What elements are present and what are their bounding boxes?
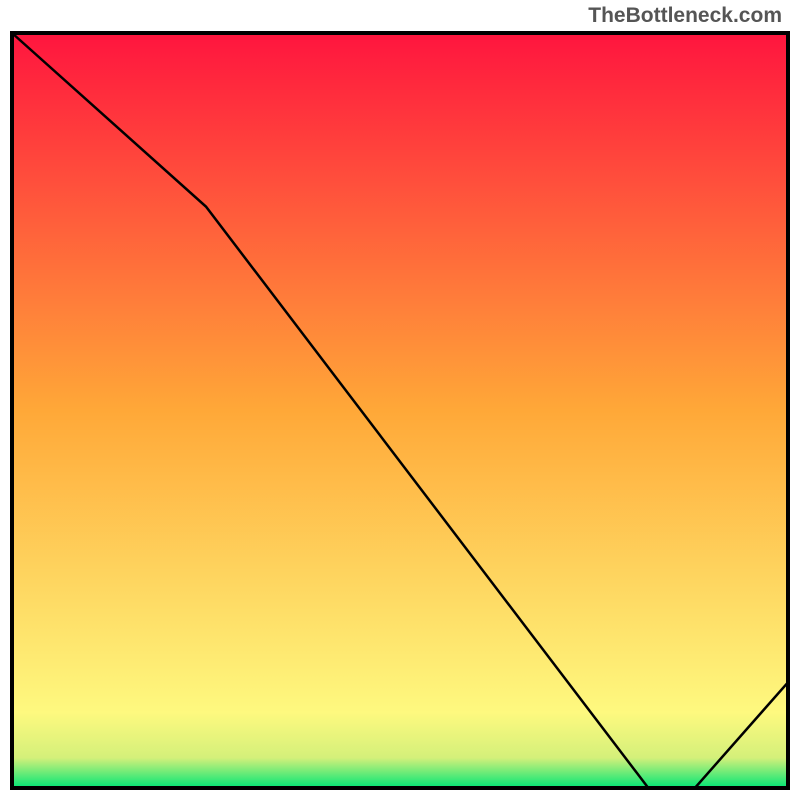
chart-container: TheBottleneck.com <box>0 0 800 800</box>
bottleneck-chart <box>0 0 800 800</box>
plot-background <box>12 33 788 788</box>
watermark-text: TheBottleneck.com <box>588 4 782 28</box>
